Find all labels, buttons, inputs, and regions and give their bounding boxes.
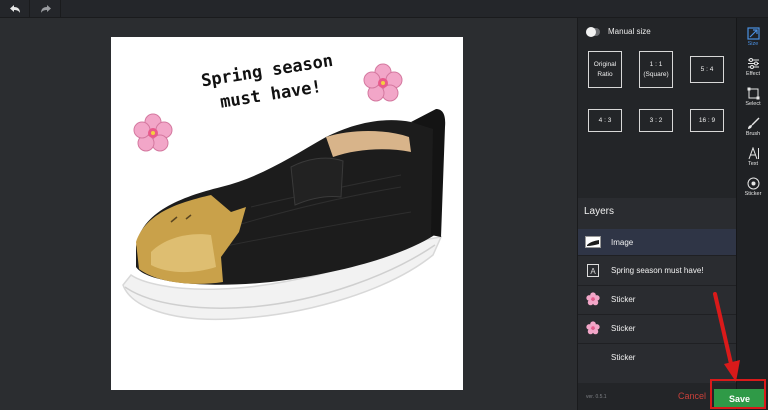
crop-select-icon <box>747 87 759 100</box>
tool-label: Brush <box>745 131 761 137</box>
sakura-sticker-icon <box>585 320 601 336</box>
ratio-4-3-button[interactable]: 4 : 3 <box>588 109 622 132</box>
sticker-icon <box>747 177 759 190</box>
layer-label: Image <box>611 237 634 247</box>
manual-size-row[interactable]: Manual size <box>586 26 651 37</box>
editor-workspace: Spring season must have! <box>0 18 577 410</box>
brush-icon <box>747 117 759 129</box>
text-layer-icon: A <box>585 262 601 278</box>
tool-brush[interactable]: Brush <box>737 112 768 142</box>
sliders-icon <box>747 58 759 69</box>
tool-rail: Size Effect Select Brush Text Sticker <box>736 18 768 410</box>
version-label: ver. 0.5.1 <box>586 394 607 400</box>
layer-item-image[interactable]: Image <box>578 229 737 255</box>
ratio-square-button[interactable]: 1 : 1 (Square) <box>639 51 673 88</box>
manual-size-toggle[interactable] <box>586 26 600 37</box>
layer-divider <box>578 255 737 256</box>
layer-label: Sticker <box>611 294 636 304</box>
undo-button[interactable] <box>0 0 30 18</box>
tool-label: Sticker <box>744 191 762 197</box>
top-toolbar <box>0 0 768 18</box>
tool-effect[interactable]: Effect <box>737 52 768 82</box>
annotation-arrow-icon <box>713 292 740 382</box>
ratio-3-2-button[interactable]: 3 : 2 <box>639 109 673 132</box>
redo-arrow-icon <box>40 5 51 13</box>
cancel-button[interactable]: Cancel <box>678 391 706 401</box>
tool-label: Select <box>745 101 761 107</box>
undo-arrow-icon <box>9 5 20 13</box>
blank-sticker-icon <box>585 349 601 365</box>
ratio-5-4-button[interactable]: 5 : 4 <box>690 56 724 83</box>
layer-label: Sticker <box>611 323 636 333</box>
manual-size-label: Manual size <box>608 27 651 36</box>
redo-button[interactable] <box>31 0 61 18</box>
ratio-16-9-button[interactable]: 16 : 9 <box>690 109 724 132</box>
layer-label: Spring season must have! <box>611 265 704 275</box>
resize-icon <box>746 27 760 40</box>
svg-text:A: A <box>590 267 596 276</box>
ratio-original-button[interactable]: Original Ratio <box>588 51 622 88</box>
layer-item-text[interactable]: A Spring season must have! <box>578 257 737 283</box>
image-thumbnail-icon <box>585 234 601 250</box>
sakura-sticker-icon <box>585 291 601 307</box>
text-icon <box>748 147 759 160</box>
image-canvas[interactable]: Spring season must have! <box>111 37 463 390</box>
layers-title: Layers <box>584 206 615 217</box>
tool-select[interactable]: Select <box>737 82 768 112</box>
sakura-sticker-right[interactable] <box>363 63 403 103</box>
tool-text[interactable]: Text <box>737 142 768 172</box>
tool-size[interactable]: Size <box>737 22 768 52</box>
sakura-sticker-left[interactable] <box>133 113 173 153</box>
tool-label: Size <box>747 41 759 47</box>
tool-label: Effect <box>746 71 760 77</box>
tool-label: Text <box>747 161 759 167</box>
tool-sticker[interactable]: Sticker <box>737 172 768 202</box>
layer-label: Sticker <box>611 352 636 362</box>
